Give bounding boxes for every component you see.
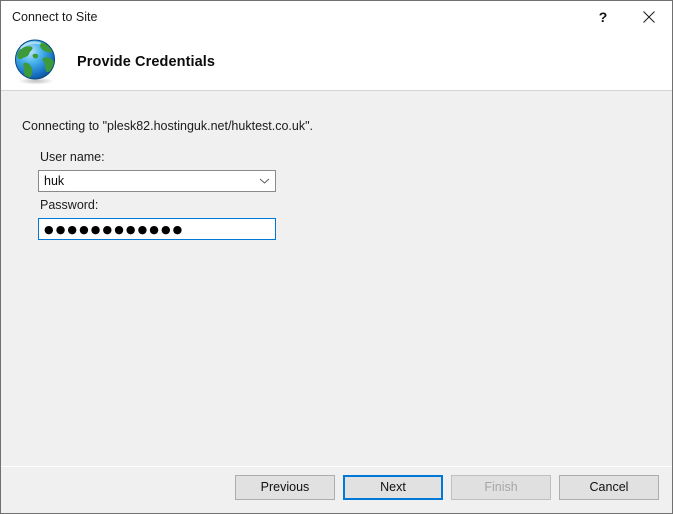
password-label: Password: (40, 198, 99, 212)
title-bar: Connect to Site ? (1, 1, 672, 33)
user-name-input[interactable]: huk (39, 175, 253, 188)
connecting-message: Connecting to "plesk82.hostinguk.net/huk… (22, 119, 313, 133)
previous-button[interactable]: Previous (235, 475, 335, 500)
globe-icon (12, 38, 60, 86)
header-title: Provide Credentials (77, 53, 216, 70)
next-button[interactable]: Next (343, 475, 443, 500)
dialog-footer: Previous Next Finish Cancel (1, 466, 672, 513)
password-field[interactable]: ●●●●●●●●●●●● (38, 218, 276, 240)
help-button[interactable]: ? (580, 1, 626, 33)
user-name-combobox[interactable]: huk (38, 170, 276, 192)
question-mark-icon: ? (598, 9, 608, 25)
dialog-header: Provide Credentials (1, 33, 672, 91)
chevron-down-icon[interactable] (253, 171, 275, 191)
connect-to-site-dialog: Connect to Site ? Provide Credentials Co… (0, 0, 673, 514)
finish-button: Finish (451, 475, 551, 500)
password-input[interactable]: ●●●●●●●●●●●● (39, 224, 184, 235)
dialog-content: Connecting to "plesk82.hostinguk.net/huk… (1, 92, 672, 466)
window-title: Connect to Site (12, 9, 98, 24)
close-icon (643, 11, 655, 23)
close-button[interactable] (626, 1, 672, 33)
user-name-label: User name: (40, 150, 105, 164)
footer-button-group: Previous Next Finish Cancel (235, 475, 659, 500)
cancel-button[interactable]: Cancel (559, 475, 659, 500)
title-bar-buttons: ? (580, 1, 672, 33)
